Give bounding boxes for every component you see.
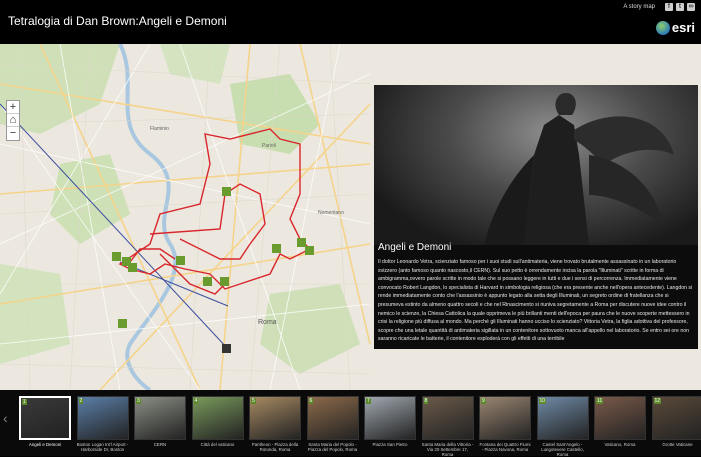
thumbnail-image: 10 — [537, 396, 589, 440]
thumbnail-caption: Santa Maria del Popolo - Piazza del Popo… — [307, 442, 359, 452]
thumbnail-image: 1 — [19, 396, 71, 440]
thumbnail-image: 7 — [364, 396, 416, 440]
thumbnail-number: 9 — [481, 398, 486, 404]
map-label-roma: Roma — [258, 319, 277, 326]
thumbnail-item[interactable]: 12 Grotte Vaticane — [652, 396, 701, 447]
story-title: Tetralogia di Dan Brown:Angeli e Demoni — [8, 14, 227, 28]
thumbnail-item[interactable]: 7 Piazza San Pietro — [364, 396, 416, 447]
esri-logo[interactable]: esri — [656, 20, 695, 35]
thumbnail-number: 11 — [596, 398, 603, 404]
header-bar: Tetralogia di Dan Brown:Angeli e Demoni … — [0, 0, 701, 44]
thumbnail-number: 12 — [654, 398, 662, 404]
thumbnail-image: 9 — [479, 396, 531, 440]
thumbnail-carousel: ‹ › 1Angeli e Demoni2Boston Logan Int'l … — [0, 390, 701, 456]
thumbnail-image: 11 — [594, 396, 646, 440]
thumbnail-caption: Boston Logan Int'l Airport - Harborside … — [77, 442, 129, 452]
home-button[interactable]: ⌂ — [7, 114, 19, 127]
zoom-in-button[interactable]: + — [7, 101, 19, 114]
thumbnail-caption: CERN — [134, 442, 186, 447]
thumbnail-item[interactable]: 1 Angeli e Demoni — [19, 396, 71, 447]
thumbnail-item[interactable]: 8 Santa Maria della Vittoria - Via 20 Set… — [422, 396, 474, 457]
thumbnail-caption: Angeli e Demoni — [19, 442, 71, 447]
thumbnail-caption: Santa Maria della Vittoria - Via 20 Sett… — [422, 442, 474, 457]
thumbnail-image: 2 — [77, 396, 129, 440]
thumbnail-image: 12 — [652, 396, 701, 440]
thumbnail-image: 8 — [422, 396, 474, 440]
thumbnail-number: 6 — [309, 398, 314, 404]
thumbnail-number: 8 — [424, 398, 429, 404]
thumbnail-number: 10 — [539, 398, 547, 404]
thumbnail-item[interactable]: 5 Pantheon - Piazza della Rotonda, Roma — [249, 396, 301, 452]
thumbnail-number: 5 — [251, 398, 256, 404]
thumbnail-caption: Città del vaticano — [192, 442, 244, 447]
thumbnail-image: 3 — [134, 396, 186, 440]
thumbnail-item[interactable]: 3 CERN — [134, 396, 186, 447]
globe-icon — [656, 21, 670, 35]
map-label-flaminio: Flaminio — [150, 126, 169, 132]
thumbnail-item[interactable]: 11 Vaticano, Roma — [594, 396, 646, 447]
panel-body-text: Il dottor Leonardo Vetra, scienziato fam… — [378, 258, 694, 344]
carousel-prev-icon[interactable]: ‹ — [3, 410, 8, 426]
map-label-nomentano: Nomentano — [318, 210, 344, 216]
thumbnail-item[interactable]: 9 Fontana dei Quattro Fiumi - Piazza Navo… — [479, 396, 531, 452]
story-panel[interactable]: Angeli e Demoni Il dottor Leonardo Vetra… — [374, 85, 698, 349]
thumbnail-number: 3 — [136, 398, 141, 404]
map-label-parioli: Parioli — [262, 143, 276, 149]
esri-logo-text: esri — [672, 20, 695, 35]
share-icons: f t ∞ — [665, 3, 695, 11]
thumbnail-image: 4 — [192, 396, 244, 440]
thumbnail-image: 6 — [307, 396, 359, 440]
thumbnail-caption: Vaticano, Roma — [594, 442, 646, 447]
thumbnail-number: 1 — [22, 399, 27, 405]
thumbnail-image: 5 — [249, 396, 301, 440]
thumbnail-caption: Pantheon - Piazza della Rotonda, Roma — [249, 442, 301, 452]
facebook-icon[interactable]: f — [665, 3, 673, 11]
thumbnail-caption: Grotte Vaticane — [652, 442, 701, 447]
thumbnail-item[interactable]: 2 Boston Logan Int'l Airport - Harborside… — [77, 396, 129, 452]
angel-statue-image — [374, 85, 698, 245]
thumbnail-item[interactable]: 4 Città del vaticano — [192, 396, 244, 447]
panel-title: Angeli e Demoni — [378, 242, 451, 253]
thumbnail-caption: Fontana dei Quattro Fiumi - Piazza Navon… — [479, 442, 531, 452]
link-icon[interactable]: ∞ — [687, 3, 695, 11]
thumbnail-number: 4 — [194, 398, 199, 404]
zoom-controls: + ⌂ − — [6, 100, 20, 141]
thumbnail-item[interactable]: 6 Santa Maria del Popolo - Piazza del Pop… — [307, 396, 359, 452]
story-map-label: A story map — [623, 4, 655, 10]
thumbnail-caption: Castel Sant'Angelo - Lungotevere Castell… — [537, 442, 589, 457]
twitter-icon[interactable]: t — [676, 3, 684, 11]
thumbnail-item[interactable]: 10 Castel Sant'Angelo - Lungotevere Caste… — [537, 396, 589, 457]
thumbnail-number: 7 — [366, 398, 371, 404]
thumbnail-caption: Piazza San Pietro — [364, 442, 416, 447]
thumbnail-number: 2 — [79, 398, 84, 404]
statue-illustration — [374, 85, 698, 245]
zoom-out-button[interactable]: − — [7, 127, 19, 140]
